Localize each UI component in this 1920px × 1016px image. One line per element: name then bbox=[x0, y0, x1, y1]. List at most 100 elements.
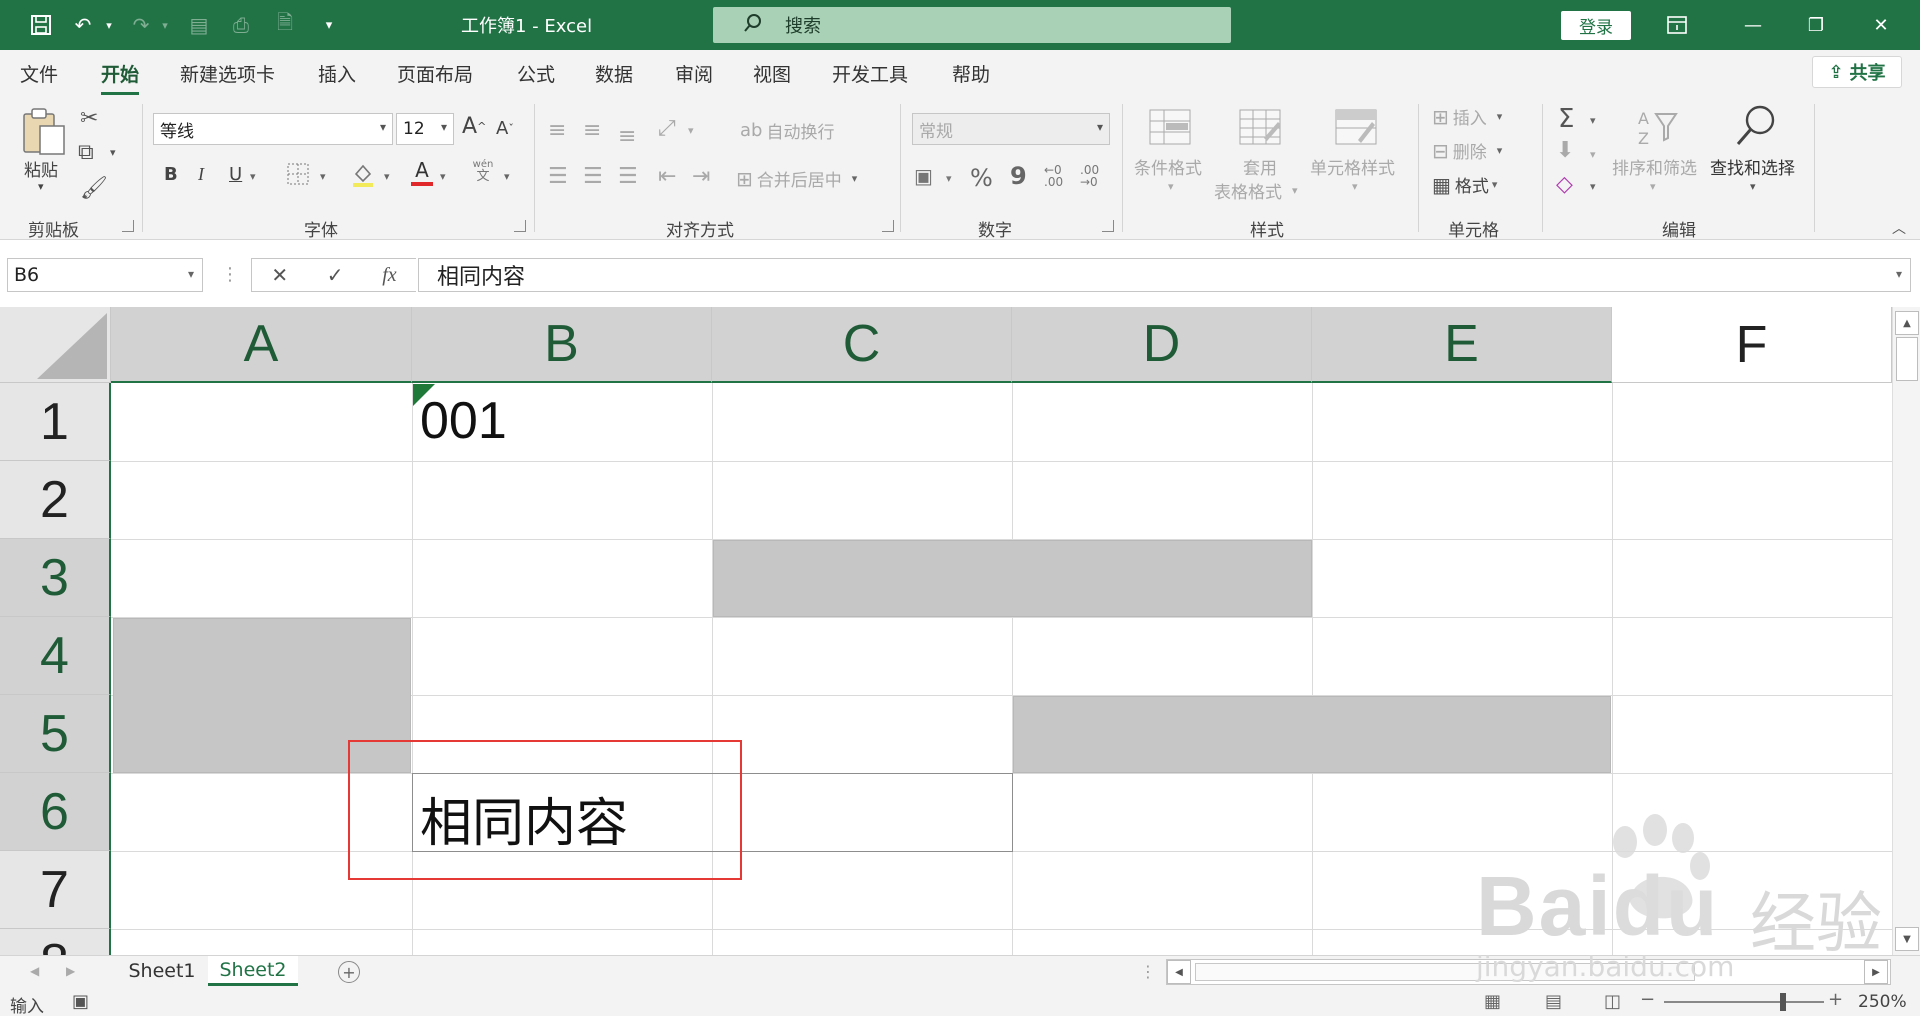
vertical-scrollbar[interactable]: ▲ ▼ bbox=[1892, 307, 1920, 955]
phonetic-icon[interactable]: wén 文 bbox=[470, 160, 496, 184]
align-center-icon[interactable]: ☰ bbox=[583, 164, 603, 189]
format-painter-icon[interactable]: 🖌 bbox=[80, 176, 108, 201]
confirm-entry-icon[interactable]: ✓ bbox=[327, 263, 344, 287]
tab-page-layout[interactable]: 页面布局 bbox=[397, 60, 473, 87]
tab-insert[interactable]: 插入 bbox=[318, 60, 356, 87]
bold-button[interactable]: B bbox=[164, 164, 178, 185]
alignment-launcher-icon[interactable] bbox=[882, 220, 894, 232]
worksheet-grid[interactable]: A B C D E F 1 2 3 4 5 6 7 8 001 相同内容 bbox=[0, 307, 1892, 955]
tab-help[interactable]: 帮助 bbox=[952, 60, 990, 87]
document-check-icon[interactable]: 🗎 bbox=[272, 10, 298, 38]
add-sheet-icon[interactable]: + bbox=[338, 961, 360, 983]
column-header-E[interactable]: E bbox=[1312, 307, 1612, 383]
horizontal-scrollbar[interactable]: ◀ ▶ bbox=[1166, 959, 1891, 985]
ribbon-display-icon[interactable] bbox=[1662, 10, 1692, 40]
accounting-dropdown-icon[interactable]: ▾ bbox=[946, 172, 952, 185]
sheet-tab-sheet2[interactable]: Sheet2 bbox=[208, 956, 298, 986]
scroll-up-icon[interactable]: ▲ bbox=[1895, 311, 1919, 335]
decrease-indent-icon[interactable]: ⇤ bbox=[658, 164, 676, 189]
row-header-7[interactable]: 7 bbox=[0, 851, 111, 929]
format-as-table-button[interactable]: 表格格式 bbox=[1214, 178, 1282, 203]
cell-styles-button[interactable]: 单元格样式 bbox=[1310, 154, 1395, 179]
form-icon[interactable]: ▤ bbox=[186, 12, 212, 38]
orientation-dropdown-icon[interactable]: ▾ bbox=[688, 124, 694, 137]
underline-button[interactable]: U bbox=[229, 164, 242, 185]
find-select-button[interactable]: 查找和选择 bbox=[1710, 154, 1795, 179]
find-select-icon[interactable] bbox=[1732, 104, 1778, 154]
page-layout-view-icon[interactable]: ▤ bbox=[1545, 991, 1562, 1012]
cell-styles-dropdown-icon[interactable]: ▾ bbox=[1352, 180, 1358, 193]
cell-styles-icon[interactable] bbox=[1334, 108, 1378, 150]
row-header-3[interactable]: 3 bbox=[0, 539, 111, 617]
formula-bar-resize-handle[interactable]: ⋮ bbox=[221, 264, 239, 285]
grow-font-button[interactable]: A ^ bbox=[462, 114, 486, 139]
increase-decimal-button[interactable]: ←0 .00 bbox=[1044, 164, 1074, 188]
fill-color-dropdown-icon[interactable]: ▾ bbox=[384, 170, 390, 183]
selected-range-C3-D3[interactable] bbox=[713, 540, 1312, 617]
font-launcher-icon[interactable] bbox=[514, 220, 526, 232]
horizontal-scroll-thumb[interactable] bbox=[1195, 963, 1695, 981]
clipboard-launcher-icon[interactable] bbox=[122, 220, 134, 232]
sort-filter-dropdown-icon[interactable]: ▾ bbox=[1650, 180, 1656, 193]
italic-button[interactable]: I bbox=[198, 164, 204, 185]
font-name-dropdown[interactable]: 等线 ▾ bbox=[153, 113, 393, 145]
column-header-F[interactable]: F bbox=[1612, 307, 1892, 383]
search-input[interactable]: 搜索 bbox=[713, 7, 1231, 43]
tab-review[interactable]: 审阅 bbox=[675, 60, 713, 87]
row-header-8[interactable]: 8 bbox=[0, 929, 111, 955]
customize-toolbar-icon[interactable]: ▾ bbox=[316, 12, 342, 38]
insert-cells-button[interactable]: ⊞ 插入 ▾ bbox=[1432, 104, 1502, 130]
underline-dropdown-icon[interactable]: ▾ bbox=[250, 170, 256, 183]
cancel-entry-icon[interactable]: ✕ bbox=[271, 263, 288, 287]
accounting-format-icon[interactable]: ▣ bbox=[914, 164, 933, 188]
align-left-icon[interactable]: ☰ bbox=[548, 164, 568, 189]
tab-split-handle[interactable]: ⋮ bbox=[1140, 962, 1156, 981]
scroll-left-icon[interactable]: ◀ bbox=[1167, 960, 1191, 984]
format-as-table-line1[interactable]: 套用 bbox=[1243, 154, 1277, 179]
formula-input[interactable]: 相同内容 ▾ bbox=[418, 258, 1911, 292]
sheet-tab-sheet1[interactable]: Sheet1 bbox=[118, 956, 206, 986]
fill-dropdown-icon[interactable]: ▾ bbox=[1590, 148, 1596, 161]
decrease-decimal-button[interactable]: .00 →0 bbox=[1080, 164, 1110, 188]
clear-eraser-icon[interactable]: ◇ bbox=[1556, 172, 1573, 197]
format-cells-button[interactable]: ▦ 格式 ▾ bbox=[1432, 172, 1497, 198]
borders-dropdown-icon[interactable]: ▾ bbox=[320, 170, 326, 183]
format-as-table-icon[interactable] bbox=[1238, 108, 1282, 150]
close-icon[interactable]: ✕ bbox=[1866, 10, 1896, 40]
scroll-right-icon[interactable]: ▶ bbox=[1864, 960, 1888, 984]
zoom-slider-thumb[interactable] bbox=[1780, 993, 1786, 1011]
row-header-2[interactable]: 2 bbox=[0, 461, 111, 539]
paste-icon[interactable] bbox=[20, 106, 68, 155]
fill-color-icon[interactable] bbox=[350, 162, 376, 188]
align-bottom-icon[interactable]: ≡ bbox=[618, 124, 636, 149]
column-header-C[interactable]: C bbox=[712, 307, 1012, 383]
paste-button[interactable]: 粘贴 bbox=[24, 156, 58, 181]
undo-dropdown-icon[interactable]: ▾ bbox=[96, 12, 122, 38]
shrink-font-button[interactable]: Aˇ bbox=[496, 118, 514, 139]
next-sheet-icon[interactable]: ▶ bbox=[66, 964, 75, 978]
percent-button[interactable]: % bbox=[970, 164, 993, 192]
tab-data[interactable]: 数据 bbox=[595, 60, 633, 87]
tab-new-tab[interactable]: 新建选项卡 bbox=[180, 60, 275, 87]
phonetic-dropdown-icon[interactable]: ▾ bbox=[504, 170, 510, 183]
share-button[interactable]: ⇪ 共享 bbox=[1812, 56, 1902, 88]
scroll-down-icon[interactable]: ▼ bbox=[1895, 927, 1919, 951]
restore-icon[interactable]: ❐ bbox=[1801, 10, 1831, 40]
sort-filter-icon[interactable]: AZ bbox=[1636, 106, 1678, 152]
cell-B1[interactable]: 001 bbox=[420, 391, 507, 451]
row-header-5[interactable]: 5 bbox=[0, 695, 111, 773]
column-header-D[interactable]: D bbox=[1012, 307, 1312, 383]
zoom-in-button[interactable]: + bbox=[1828, 989, 1843, 1010]
clear-dropdown-icon[interactable]: ▾ bbox=[1590, 180, 1596, 193]
number-launcher-icon[interactable] bbox=[1102, 220, 1114, 232]
font-size-dropdown[interactable]: 12 ▾ bbox=[396, 113, 454, 145]
zoom-out-button[interactable]: − bbox=[1640, 989, 1655, 1010]
redo-icon[interactable]: ↷ bbox=[128, 12, 154, 38]
row-header-6[interactable]: 6 bbox=[0, 773, 111, 851]
prev-sheet-icon[interactable]: ◀ bbox=[30, 964, 39, 978]
sort-filter-button[interactable]: 排序和筛选 bbox=[1612, 154, 1697, 179]
row-header-1[interactable]: 1 bbox=[0, 383, 111, 461]
tab-view[interactable]: 视图 bbox=[753, 60, 791, 87]
name-box[interactable]: B6 ▾ bbox=[7, 258, 203, 292]
borders-icon[interactable] bbox=[286, 162, 310, 186]
